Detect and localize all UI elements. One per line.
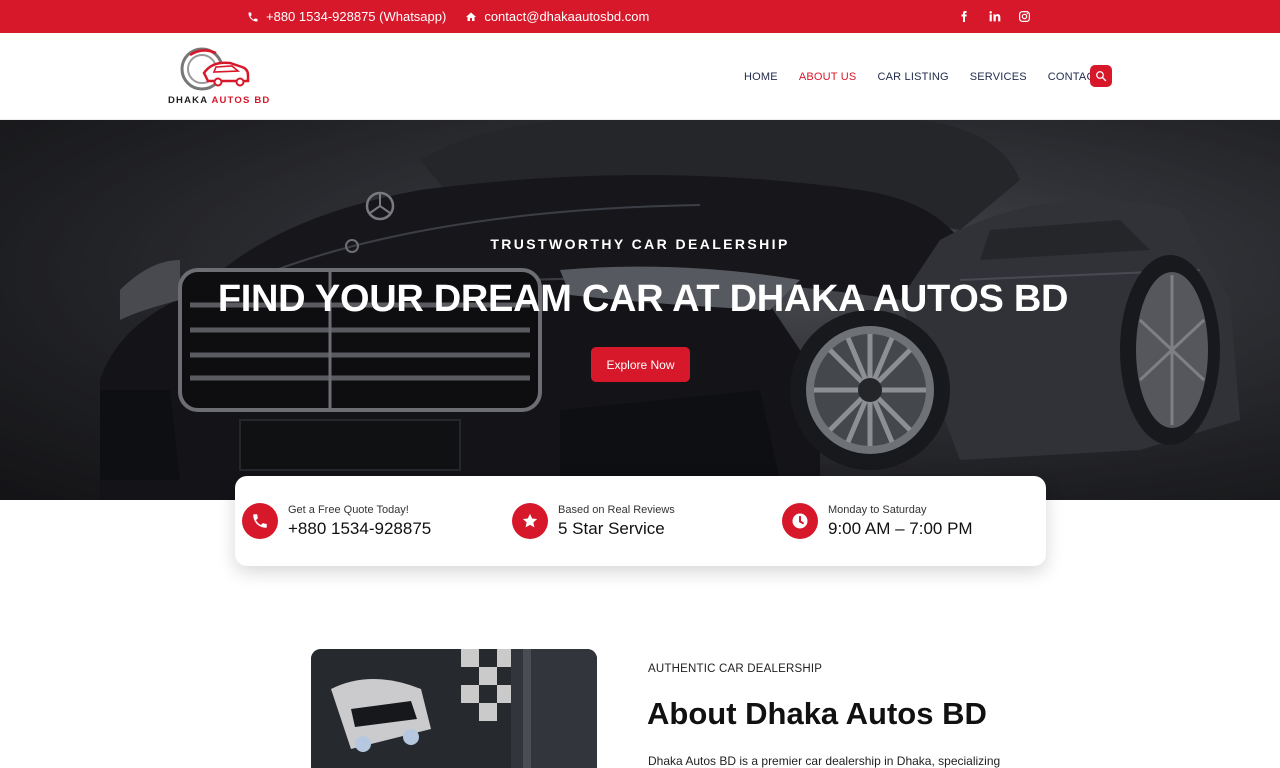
info-hours-label: Monday to Saturday <box>828 503 927 516</box>
site-header: DHAKA AUTOS BD HOME ABOUT US CAR LISTING… <box>0 33 1280 120</box>
facebook-icon[interactable] <box>956 9 972 25</box>
about-image <box>311 649 597 768</box>
nav-home[interactable]: HOME <box>744 71 778 83</box>
hero-section: TRUSTWORTHY CAR DEALERSHIP FIND YOUR DRE… <box>0 120 1280 500</box>
about-title: About Dhaka Autos BD <box>647 696 987 731</box>
info-quote-phone[interactable]: +880 1534-928875 <box>288 519 431 539</box>
star-icon <box>512 503 548 539</box>
logo-text: DHAKA AUTOS BD <box>168 95 270 106</box>
info-reviews-value: 5 Star Service <box>558 518 665 538</box>
logo-mark-icon <box>180 47 250 91</box>
info-card: Get a Free Quote Today! +880 1534-928875… <box>235 476 1046 566</box>
info-item-hours: Monday to Saturday 9:00 AM – 7:00 PM <box>782 476 973 566</box>
clock-icon <box>782 503 818 539</box>
linkedin-icon[interactable] <box>986 9 1002 25</box>
home-icon <box>464 10 478 24</box>
info-hours-value: 9:00 AM – 7:00 PM <box>828 518 973 538</box>
nav-services[interactable]: SERVICES <box>970 71 1027 83</box>
site-logo[interactable]: DHAKA AUTOS BD <box>168 43 278 109</box>
hero-eyebrow: TRUSTWORTHY CAR DEALERSHIP <box>490 236 790 252</box>
search-icon <box>1096 71 1107 82</box>
main-nav: HOME ABOUT US CAR LISTING SERVICES CONTA… <box>744 33 1102 120</box>
search-button[interactable] <box>1090 65 1112 87</box>
phone-icon <box>246 10 260 24</box>
top-email-link[interactable]: contact@dhakaautosbd.com <box>484 9 649 24</box>
top-phone-link[interactable]: +880 1534-928875 (Whatsapp) <box>266 9 446 24</box>
top-bar: +880 1534-928875 (Whatsapp) contact@dhak… <box>0 0 1280 33</box>
phone-icon <box>242 503 278 539</box>
explore-now-button[interactable]: Explore Now <box>591 347 690 382</box>
instagram-icon[interactable] <box>1016 9 1032 25</box>
nav-about-us[interactable]: ABOUT US <box>799 71 857 83</box>
about-text: Dhaka Autos BD is a premier car dealersh… <box>648 754 1001 768</box>
info-item-reviews: Based on Real Reviews 5 Star Service <box>512 476 675 566</box>
logo-text-autos-bd: AUTOS BD <box>211 95 271 106</box>
social-links <box>956 0 1032 33</box>
about-eyebrow: AUTHENTIC CAR DEALERSHIP <box>648 663 823 675</box>
info-item-quote: Get a Free Quote Today! +880 1534-928875 <box>242 476 431 566</box>
hero-title: FIND YOUR DREAM CAR AT DHAKA AUTOS BD <box>217 278 1069 320</box>
info-quote-label: Get a Free Quote Today! <box>288 503 409 516</box>
top-contact: +880 1534-928875 (Whatsapp) contact@dhak… <box>246 0 649 33</box>
logo-text-dhaka: DHAKA <box>168 95 212 106</box>
nav-car-listing[interactable]: CAR LISTING <box>877 71 948 83</box>
info-reviews-label: Based on Real Reviews <box>558 503 675 516</box>
